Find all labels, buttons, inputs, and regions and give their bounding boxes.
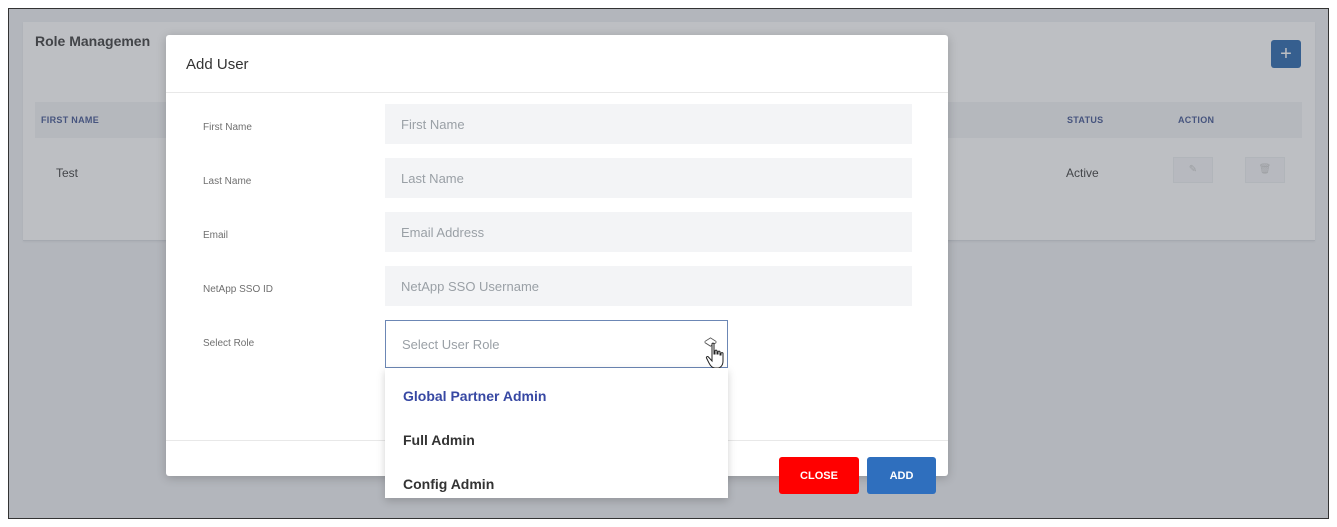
close-button[interactable]: CLOSE <box>779 457 859 494</box>
first-name-field[interactable] <box>385 104 912 144</box>
sso-id-label: NetApp SSO ID <box>203 284 274 295</box>
modal-title: Add User <box>186 56 249 73</box>
app-frame: Role Managemen + FIRST NAME STATUS ACTIO… <box>8 8 1329 519</box>
add-button[interactable]: ADD <box>867 457 936 494</box>
role-select[interactable]: Select User Role ︿ ﹀ <box>385 320 728 368</box>
add-user-modal: Add User First Name Last Name Email NetA… <box>166 35 948 498</box>
select-role-label: Select Role <box>203 338 255 349</box>
last-name-label: Last Name <box>203 176 252 187</box>
hand-cursor-icon <box>705 342 724 369</box>
role-select-placeholder: Select User Role <box>402 337 500 352</box>
first-name-label: First Name <box>203 122 252 133</box>
last-name-field[interactable] <box>385 158 912 198</box>
email-label: Email <box>203 230 229 241</box>
sso-username-field[interactable] <box>385 266 912 306</box>
role-dropdown-menu: Global Partner Admin Full Admin Config A… <box>385 368 728 498</box>
role-option-global-partner-admin[interactable]: Global Partner Admin <box>403 388 546 404</box>
role-option-config-admin[interactable]: Config Admin <box>403 476 494 492</box>
email-field[interactable] <box>385 212 912 252</box>
role-option-full-admin[interactable]: Full Admin <box>403 432 475 448</box>
header-divider <box>166 92 948 93</box>
